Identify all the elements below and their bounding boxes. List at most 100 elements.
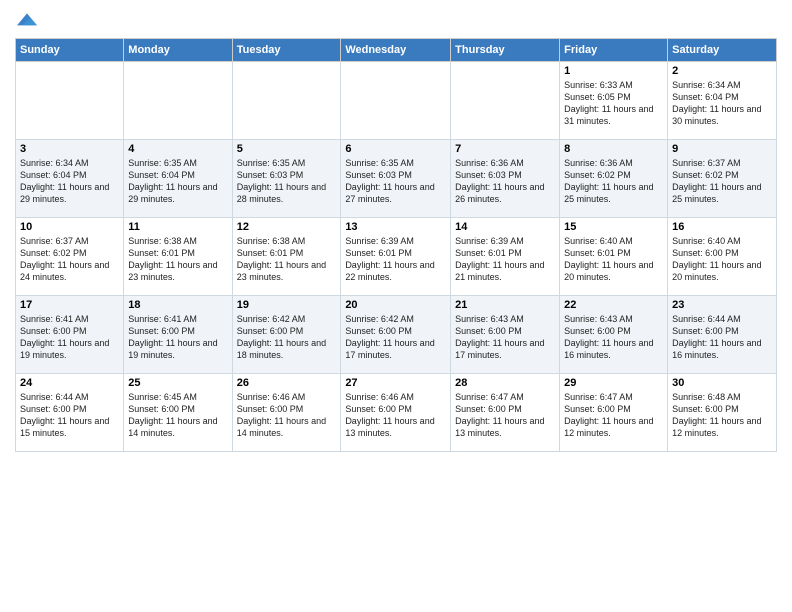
day-cell: 8 Sunrise: 6:36 AM Sunset: 6:02 PM Daylig… [560,140,668,218]
day-number: 26 [237,377,337,389]
calendar-table: SundayMondayTuesdayWednesdayThursdayFrid… [15,38,777,452]
day-info: Sunrise: 6:44 AM Sunset: 6:00 PM Dayligh… [20,391,119,440]
day-info: Sunrise: 6:48 AM Sunset: 6:00 PM Dayligh… [672,391,772,440]
day-number: 5 [237,143,337,155]
day-number: 20 [345,299,446,311]
day-number: 2 [672,65,772,77]
col-header-friday: Friday [560,39,668,62]
day-info: Sunrise: 6:35 AM Sunset: 6:03 PM Dayligh… [345,157,446,206]
day-info: Sunrise: 6:45 AM Sunset: 6:00 PM Dayligh… [128,391,227,440]
week-row-3: 10Sunrise: 6:37 AM Sunset: 6:02 PM Dayli… [16,218,777,296]
day-number: 16 [672,221,772,233]
day-number: 24 [20,377,119,389]
day-info: Sunrise: 6:35 AM Sunset: 6:04 PM Dayligh… [128,157,227,206]
day-info: Sunrise: 6:37 AM Sunset: 6:02 PM Dayligh… [20,235,119,284]
day-cell: 9 Sunrise: 6:37 AM Sunset: 6:02 PM Daylig… [668,140,777,218]
day-cell: 28 Sunrise: 6:47 AM Sunset: 6:00 PM Dayli… [451,374,560,452]
day-cell: 26 Sunrise: 6:46 AM Sunset: 6:00 PM Dayli… [232,374,341,452]
day-info: Sunrise: 6:47 AM Sunset: 6:00 PM Dayligh… [455,391,555,440]
day-cell: 4 Sunrise: 6:35 AM Sunset: 6:04 PM Daylig… [124,140,232,218]
header-row: SundayMondayTuesdayWednesdayThursdayFrid… [16,39,777,62]
col-header-monday: Monday [124,39,232,62]
day-cell: 18Sunrise: 6:41 AM Sunset: 6:00 PM Dayli… [124,296,232,374]
day-cell: 21 Sunrise: 6:43 AM Sunset: 6:00 PM Dayli… [451,296,560,374]
day-number: 6 [345,143,446,155]
day-number: 4 [128,143,227,155]
day-cell [232,62,341,140]
day-info: Sunrise: 6:43 AM Sunset: 6:00 PM Dayligh… [455,313,555,362]
day-cell: 7 Sunrise: 6:36 AM Sunset: 6:03 PM Daylig… [451,140,560,218]
col-header-tuesday: Tuesday [232,39,341,62]
day-info: Sunrise: 6:44 AM Sunset: 6:00 PM Dayligh… [672,313,772,362]
day-info: Sunrise: 6:38 AM Sunset: 6:01 PM Dayligh… [128,235,227,284]
day-cell: 14Sunrise: 6:39 AM Sunset: 6:01 PM Dayli… [451,218,560,296]
col-header-sunday: Sunday [16,39,124,62]
day-cell: 29 Sunrise: 6:47 AM Sunset: 6:00 PM Dayli… [560,374,668,452]
day-cell: 1 Sunrise: 6:33 AM Sunset: 6:05 PM Daylig… [560,62,668,140]
logo-icon [17,10,37,30]
day-info: Sunrise: 6:39 AM Sunset: 6:01 PM Dayligh… [345,235,446,284]
day-number: 28 [455,377,555,389]
col-header-wednesday: Wednesday [341,39,451,62]
day-number: 22 [564,299,663,311]
day-info: Sunrise: 6:42 AM Sunset: 6:00 PM Dayligh… [345,313,446,362]
day-number: 12 [237,221,337,233]
day-info: Sunrise: 6:46 AM Sunset: 6:00 PM Dayligh… [345,391,446,440]
day-number: 11 [128,221,227,233]
day-cell: 27Sunrise: 6:46 AM Sunset: 6:00 PM Dayli… [341,374,451,452]
day-info: Sunrise: 6:37 AM Sunset: 6:02 PM Dayligh… [672,157,772,206]
day-cell: 24 Sunrise: 6:44 AM Sunset: 6:00 PM Dayli… [16,374,124,452]
day-info: Sunrise: 6:38 AM Sunset: 6:01 PM Dayligh… [237,235,337,284]
main-container: SundayMondayTuesdayWednesdayThursdayFrid… [0,0,792,462]
day-number: 18 [128,299,227,311]
day-number: 7 [455,143,555,155]
week-row-5: 24 Sunrise: 6:44 AM Sunset: 6:00 PM Dayli… [16,374,777,452]
day-cell: 12 Sunrise: 6:38 AM Sunset: 6:01 PM Dayli… [232,218,341,296]
day-cell: 20 Sunrise: 6:42 AM Sunset: 6:00 PM Dayli… [341,296,451,374]
day-info: Sunrise: 6:46 AM Sunset: 6:00 PM Dayligh… [237,391,337,440]
day-cell: 5 Sunrise: 6:35 AM Sunset: 6:03 PM Daylig… [232,140,341,218]
day-number: 19 [237,299,337,311]
day-number: 13 [345,221,446,233]
day-number: 8 [564,143,663,155]
day-info: Sunrise: 6:40 AM Sunset: 6:01 PM Dayligh… [564,235,663,284]
day-cell: 22 Sunrise: 6:43 AM Sunset: 6:00 PM Dayli… [560,296,668,374]
day-number: 9 [672,143,772,155]
day-cell: 10Sunrise: 6:37 AM Sunset: 6:02 PM Dayli… [16,218,124,296]
day-number: 29 [564,377,663,389]
day-cell: 6 Sunrise: 6:35 AM Sunset: 6:03 PM Daylig… [341,140,451,218]
day-number: 3 [20,143,119,155]
day-info: Sunrise: 6:41 AM Sunset: 6:00 PM Dayligh… [20,313,119,362]
day-info: Sunrise: 6:34 AM Sunset: 6:04 PM Dayligh… [672,79,772,128]
day-number: 14 [455,221,555,233]
day-info: Sunrise: 6:35 AM Sunset: 6:03 PM Dayligh… [237,157,337,206]
day-cell: 16 Sunrise: 6:40 AM Sunset: 6:00 PM Dayli… [668,218,777,296]
day-cell: 17 Sunrise: 6:41 AM Sunset: 6:00 PM Dayli… [16,296,124,374]
day-info: Sunrise: 6:36 AM Sunset: 6:02 PM Dayligh… [564,157,663,206]
day-cell: 19Sunrise: 6:42 AM Sunset: 6:00 PM Dayli… [232,296,341,374]
day-number: 1 [564,65,663,77]
day-number: 17 [20,299,119,311]
day-info: Sunrise: 6:34 AM Sunset: 6:04 PM Dayligh… [20,157,119,206]
day-cell: 3 Sunrise: 6:34 AM Sunset: 6:04 PM Daylig… [16,140,124,218]
header [15,10,777,30]
day-cell: 23 Sunrise: 6:44 AM Sunset: 6:00 PM Dayli… [668,296,777,374]
day-info: Sunrise: 6:33 AM Sunset: 6:05 PM Dayligh… [564,79,663,128]
day-cell: 15 Sunrise: 6:40 AM Sunset: 6:01 PM Dayli… [560,218,668,296]
day-info: Sunrise: 6:40 AM Sunset: 6:00 PM Dayligh… [672,235,772,284]
day-info: Sunrise: 6:47 AM Sunset: 6:00 PM Dayligh… [564,391,663,440]
day-cell: 13 Sunrise: 6:39 AM Sunset: 6:01 PM Dayli… [341,218,451,296]
day-cell: 25Sunrise: 6:45 AM Sunset: 6:00 PM Dayli… [124,374,232,452]
day-number: 15 [564,221,663,233]
day-number: 23 [672,299,772,311]
day-number: 21 [455,299,555,311]
day-cell: 11 Sunrise: 6:38 AM Sunset: 6:01 PM Dayli… [124,218,232,296]
col-header-saturday: Saturday [668,39,777,62]
day-cell: 2 Sunrise: 6:34 AM Sunset: 6:04 PM Daylig… [668,62,777,140]
day-cell: 30 Sunrise: 6:48 AM Sunset: 6:00 PM Dayli… [668,374,777,452]
day-number: 30 [672,377,772,389]
day-info: Sunrise: 6:43 AM Sunset: 6:00 PM Dayligh… [564,313,663,362]
day-info: Sunrise: 6:36 AM Sunset: 6:03 PM Dayligh… [455,157,555,206]
day-cell [451,62,560,140]
logo [15,10,37,30]
